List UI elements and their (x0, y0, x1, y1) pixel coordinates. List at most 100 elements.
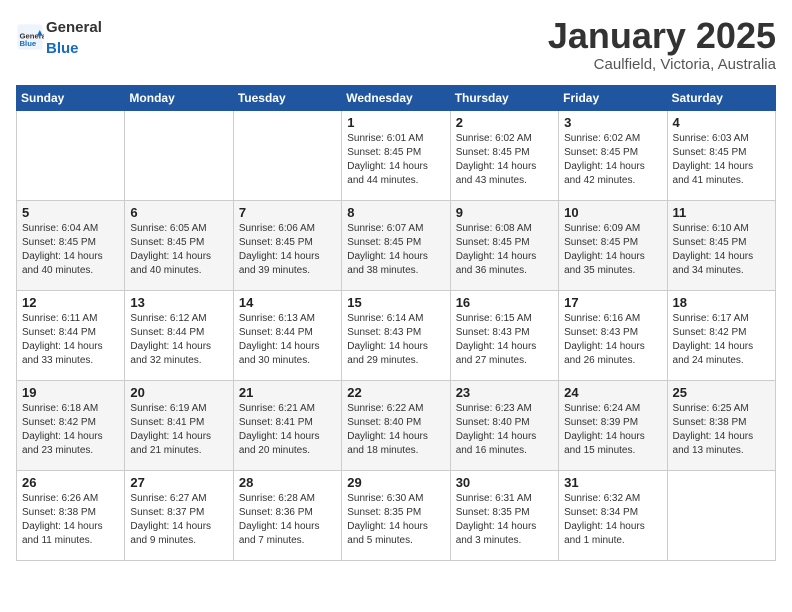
month-title: January 2025 (548, 16, 776, 56)
day-number: 5 (22, 205, 119, 220)
calendar-cell: 27 Sunrise: 6:27 AM Sunset: 8:37 PM Dayli… (125, 470, 233, 560)
day-number: 2 (456, 115, 553, 130)
day-info: Sunrise: 6:07 AM Sunset: 8:45 PM Dayligh… (347, 222, 444, 278)
day-number: 21 (239, 385, 336, 400)
day-info: Sunrise: 6:21 AM Sunset: 8:41 PM Dayligh… (239, 402, 336, 458)
day-number: 17 (564, 295, 661, 310)
calendar-week-1: 1 Sunrise: 6:01 AM Sunset: 8:45 PM Daylig… (17, 110, 776, 200)
calendar-cell: 24 Sunrise: 6:24 AM Sunset: 8:39 PM Dayli… (559, 380, 667, 470)
day-number: 12 (22, 295, 119, 310)
weekday-header-thursday: Thursday (450, 85, 558, 110)
calendar-cell: 26 Sunrise: 6:26 AM Sunset: 8:38 PM Dayli… (17, 470, 125, 560)
day-number: 14 (239, 295, 336, 310)
day-number: 30 (456, 475, 553, 490)
calendar-week-3: 12 Sunrise: 6:11 AM Sunset: 8:44 PM Dayli… (17, 290, 776, 380)
day-number: 22 (347, 385, 444, 400)
calendar-week-5: 26 Sunrise: 6:26 AM Sunset: 8:38 PM Dayli… (17, 470, 776, 560)
calendar-cell: 16Sunrise: 6:15 AM Sunset: 8:43 PM Dayli… (450, 290, 558, 380)
calendar-cell: 17 Sunrise: 6:16 AM Sunset: 8:43 PM Dayli… (559, 290, 667, 380)
day-info: Sunrise: 6:02 AM Sunset: 8:45 PM Dayligh… (564, 132, 661, 188)
day-info: Sunrise: 6:02 AM Sunset: 8:45 PM Dayligh… (456, 132, 553, 188)
calendar-cell: 19 Sunrise: 6:18 AM Sunset: 8:42 PM Dayli… (17, 380, 125, 470)
logo-blue: Blue (46, 40, 79, 57)
calendar-cell: 1 Sunrise: 6:01 AM Sunset: 8:45 PM Daylig… (342, 110, 450, 200)
day-number: 19 (22, 385, 119, 400)
weekday-header-row: SundayMondayTuesdayWednesdayThursdayFrid… (17, 85, 776, 110)
day-info: Sunrise: 6:32 AM Sunset: 8:34 PM Dayligh… (564, 492, 661, 548)
day-info: Sunrise: 6:18 AM Sunset: 8:42 PM Dayligh… (22, 402, 119, 458)
day-number: 25 (673, 385, 770, 400)
weekday-header-friday: Friday (559, 85, 667, 110)
weekday-header-sunday: Sunday (17, 85, 125, 110)
day-info: Sunrise: 6:28 AM Sunset: 8:36 PM Dayligh… (239, 492, 336, 548)
day-info: Sunrise: 6:25 AM Sunset: 8:38 PM Dayligh… (673, 402, 770, 458)
day-number: 11 (673, 205, 770, 220)
calendar-cell: 7Sunrise: 6:06 AM Sunset: 8:45 PM Daylig… (233, 200, 341, 290)
calendar-cell: 21 Sunrise: 6:21 AM Sunset: 8:41 PM Dayli… (233, 380, 341, 470)
day-number: 26 (22, 475, 119, 490)
day-number: 6 (130, 205, 227, 220)
day-info: Sunrise: 6:17 AM Sunset: 8:42 PM Dayligh… (673, 312, 770, 368)
calendar-body: 1 Sunrise: 6:01 AM Sunset: 8:45 PM Daylig… (17, 110, 776, 560)
calendar-week-2: 5 Sunrise: 6:04 AM Sunset: 8:45 PM Daylig… (17, 200, 776, 290)
day-info: Sunrise: 6:04 AM Sunset: 8:45 PM Dayligh… (22, 222, 119, 278)
day-info: Sunrise: 6:11 AM Sunset: 8:44 PM Dayligh… (22, 312, 119, 368)
calendar-cell: 10Sunrise: 6:09 AM Sunset: 8:45 PM Dayli… (559, 200, 667, 290)
logo-general: General (46, 19, 102, 36)
calendar-cell: 11 Sunrise: 6:10 AM Sunset: 8:45 PM Dayli… (667, 200, 775, 290)
calendar-cell (17, 110, 125, 200)
day-number: 20 (130, 385, 227, 400)
calendar-cell: 12 Sunrise: 6:11 AM Sunset: 8:44 PM Dayli… (17, 290, 125, 380)
calendar-cell: 9 Sunrise: 6:08 AM Sunset: 8:45 PM Daylig… (450, 200, 558, 290)
day-info: Sunrise: 6:09 AM Sunset: 8:45 PM Dayligh… (564, 222, 661, 278)
day-info: Sunrise: 6:16 AM Sunset: 8:43 PM Dayligh… (564, 312, 661, 368)
day-info: Sunrise: 6:22 AM Sunset: 8:40 PM Dayligh… (347, 402, 444, 458)
calendar-cell: 20Sunrise: 6:19 AM Sunset: 8:41 PM Dayli… (125, 380, 233, 470)
calendar-cell: 8 Sunrise: 6:07 AM Sunset: 8:45 PM Daylig… (342, 200, 450, 290)
calendar-cell (667, 470, 775, 560)
day-info: Sunrise: 6:06 AM Sunset: 8:45 PM Dayligh… (239, 222, 336, 278)
day-info: Sunrise: 6:10 AM Sunset: 8:45 PM Dayligh… (673, 222, 770, 278)
day-info: Sunrise: 6:30 AM Sunset: 8:35 PM Dayligh… (347, 492, 444, 548)
day-number: 13 (130, 295, 227, 310)
day-number: 29 (347, 475, 444, 490)
weekday-header-saturday: Saturday (667, 85, 775, 110)
calendar-cell: 6 Sunrise: 6:05 AM Sunset: 8:45 PM Daylig… (125, 200, 233, 290)
calendar-cell: 3Sunrise: 6:02 AM Sunset: 8:45 PM Daylig… (559, 110, 667, 200)
location: Caulfield, Victoria, Australia (548, 56, 776, 73)
day-number: 16 (456, 295, 553, 310)
day-info: Sunrise: 6:01 AM Sunset: 8:45 PM Dayligh… (347, 132, 444, 188)
day-number: 4 (673, 115, 770, 130)
day-number: 8 (347, 205, 444, 220)
day-info: Sunrise: 6:26 AM Sunset: 8:38 PM Dayligh… (22, 492, 119, 548)
weekday-header-tuesday: Tuesday (233, 85, 341, 110)
day-number: 31 (564, 475, 661, 490)
calendar-cell: 23Sunrise: 6:23 AM Sunset: 8:40 PM Dayli… (450, 380, 558, 470)
day-number: 27 (130, 475, 227, 490)
calendar-cell: 2 Sunrise: 6:02 AM Sunset: 8:45 PM Daylig… (450, 110, 558, 200)
calendar-cell: 15Sunrise: 6:14 AM Sunset: 8:43 PM Dayli… (342, 290, 450, 380)
day-info: Sunrise: 6:08 AM Sunset: 8:45 PM Dayligh… (456, 222, 553, 278)
calendar-cell: 4 Sunrise: 6:03 AM Sunset: 8:45 PM Daylig… (667, 110, 775, 200)
day-info: Sunrise: 6:24 AM Sunset: 8:39 PM Dayligh… (564, 402, 661, 458)
weekday-header-monday: Monday (125, 85, 233, 110)
logo-icon: General Blue (16, 23, 44, 51)
calendar-cell: 28Sunrise: 6:28 AM Sunset: 8:36 PM Dayli… (233, 470, 341, 560)
page-header: General Blue General Blue January 2025 C… (16, 16, 776, 73)
calendar-cell: 30Sunrise: 6:31 AM Sunset: 8:35 PM Dayli… (450, 470, 558, 560)
calendar-cell: 22 Sunrise: 6:22 AM Sunset: 8:40 PM Dayli… (342, 380, 450, 470)
day-number: 9 (456, 205, 553, 220)
day-number: 1 (347, 115, 444, 130)
calendar-cell (233, 110, 341, 200)
day-number: 23 (456, 385, 553, 400)
weekday-header-wednesday: Wednesday (342, 85, 450, 110)
calendar-header: SundayMondayTuesdayWednesdayThursdayFrid… (17, 85, 776, 110)
day-info: Sunrise: 6:05 AM Sunset: 8:45 PM Dayligh… (130, 222, 227, 278)
calendar-cell: 13Sunrise: 6:12 AM Sunset: 8:44 PM Dayli… (125, 290, 233, 380)
day-info: Sunrise: 6:27 AM Sunset: 8:37 PM Dayligh… (130, 492, 227, 548)
day-number: 15 (347, 295, 444, 310)
day-info: Sunrise: 6:03 AM Sunset: 8:45 PM Dayligh… (673, 132, 770, 188)
day-number: 18 (673, 295, 770, 310)
calendar-week-4: 19 Sunrise: 6:18 AM Sunset: 8:42 PM Dayli… (17, 380, 776, 470)
day-number: 24 (564, 385, 661, 400)
